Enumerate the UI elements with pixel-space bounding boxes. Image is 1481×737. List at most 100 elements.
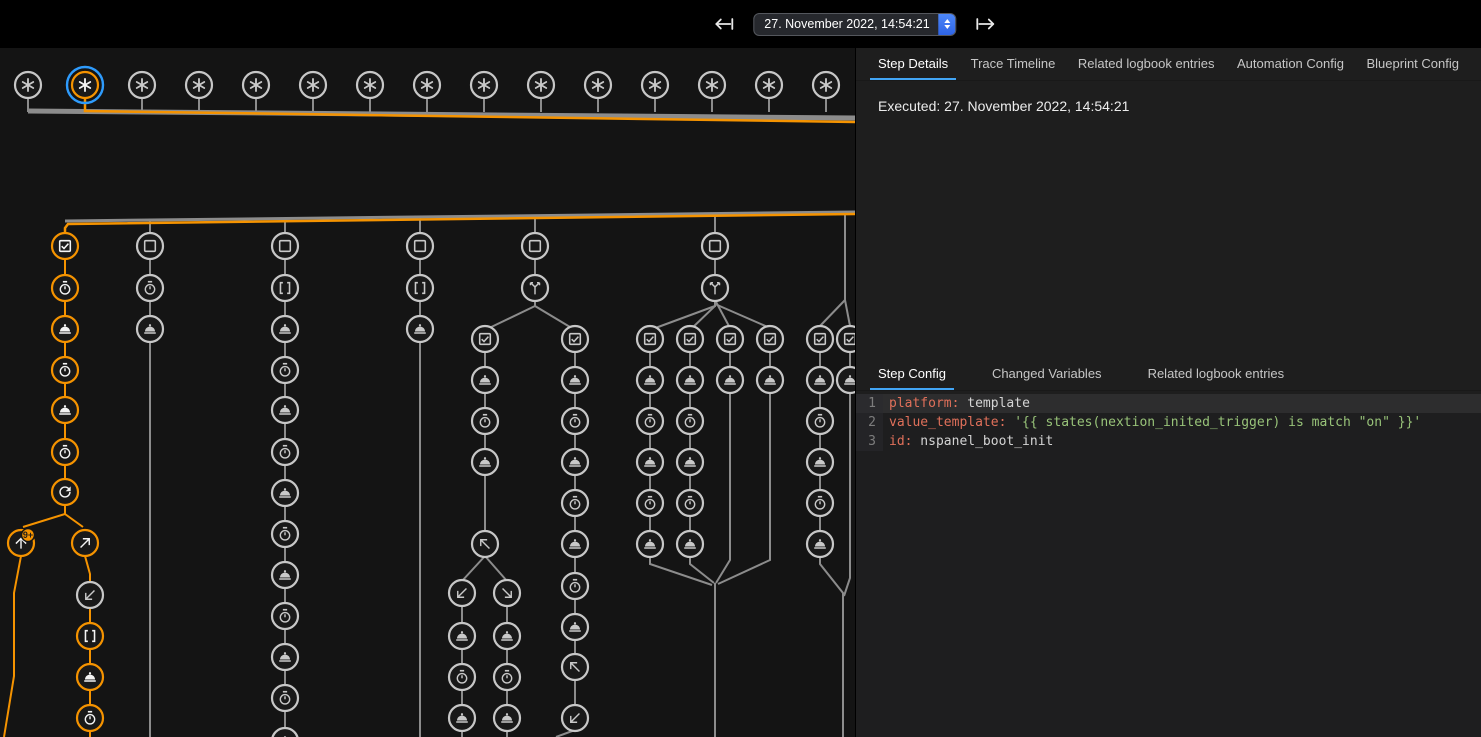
- trace-node-timer[interactable]: [637, 408, 663, 434]
- trace-node-arrow-nw[interactable]: [562, 654, 588, 680]
- trace-node-timer[interactable]: [562, 408, 588, 434]
- trace-node-bell[interactable]: [677, 449, 703, 475]
- trace-node-bell[interactable]: [562, 449, 588, 475]
- trace-node-arrow-ne[interactable]: [72, 530, 98, 556]
- trigger-node[interactable]: [813, 72, 839, 98]
- trace-node-check[interactable]: [757, 326, 783, 352]
- trace-node-bell[interactable]: [637, 449, 663, 475]
- trace-node-square[interactable]: [702, 233, 728, 259]
- trace-node-bell[interactable]: [137, 316, 163, 342]
- trace-node-brackets[interactable]: [272, 275, 298, 301]
- tab-automation-config[interactable]: Automation Config: [1229, 48, 1352, 80]
- trace-node-bell[interactable]: [757, 367, 783, 393]
- trace-node-check[interactable]: [677, 326, 703, 352]
- trace-node-bell[interactable]: [717, 367, 743, 393]
- trace-node-bell[interactable]: [272, 562, 298, 588]
- trace-node-bell[interactable]: [272, 316, 298, 342]
- trigger-node-selected[interactable]: [72, 72, 98, 98]
- trace-node-timer[interactable]: [272, 685, 298, 711]
- trace-node-bell[interactable]: [272, 728, 298, 737]
- trace-node-timer[interactable]: [562, 490, 588, 516]
- tab-blueprint-config[interactable]: Blueprint Config: [1358, 48, 1467, 80]
- trigger-node[interactable]: [471, 72, 497, 98]
- trace-node-bell[interactable]: [472, 367, 498, 393]
- run-date-stepper-icon[interactable]: [939, 14, 956, 35]
- trace-node-bell[interactable]: [807, 449, 833, 475]
- trace-node-timer[interactable]: [52, 275, 78, 301]
- trace-node-bell[interactable]: [637, 531, 663, 557]
- trace-node-square[interactable]: [272, 233, 298, 259]
- trace-node-bell[interactable]: [807, 367, 833, 393]
- trigger-node[interactable]: [585, 72, 611, 98]
- trace-node-bell[interactable]: [272, 397, 298, 423]
- trace-node-timer[interactable]: [677, 408, 703, 434]
- next-run-button[interactable]: [974, 12, 998, 36]
- previous-run-button[interactable]: [712, 12, 736, 36]
- trigger-node[interactable]: [243, 72, 269, 98]
- step-config-code-editor[interactable]: 1platform: template2value_template: '{{ …: [856, 394, 1481, 737]
- trace-node-bell[interactable]: [637, 367, 663, 393]
- trace-node-check[interactable]: [562, 326, 588, 352]
- trace-node-timer[interactable]: [272, 603, 298, 629]
- trigger-node[interactable]: [129, 72, 155, 98]
- trace-node-brackets[interactable]: [407, 275, 433, 301]
- trace-node-arrow-sw[interactable]: [562, 705, 588, 731]
- trigger-node[interactable]: [15, 72, 41, 98]
- trace-node-check[interactable]: [717, 326, 743, 352]
- trigger-node[interactable]: [756, 72, 782, 98]
- tab-related-logbook-entries[interactable]: Related logbook entries: [1140, 358, 1293, 390]
- trigger-node[interactable]: [357, 72, 383, 98]
- trace-node-split[interactable]: [522, 275, 548, 301]
- trace-node-timer[interactable]: [562, 573, 588, 599]
- trace-node-timer[interactable]: [272, 439, 298, 465]
- trace-node-arrow-se[interactable]: [494, 580, 520, 606]
- trace-node-timer[interactable]: [677, 490, 703, 516]
- trace-node-arrow-nw[interactable]: [472, 531, 498, 557]
- tab-related-logbook-entries[interactable]: Related logbook entries: [1070, 48, 1223, 80]
- trace-graph-canvas[interactable]: 9+: [0, 48, 855, 737]
- trace-node-check[interactable]: [807, 326, 833, 352]
- trace-node-check[interactable]: [472, 326, 498, 352]
- tab-changed-variables[interactable]: Changed Variables: [984, 358, 1110, 390]
- trace-node-check[interactable]: [637, 326, 663, 352]
- trace-node-timer[interactable]: [272, 357, 298, 383]
- trace-node-square[interactable]: [137, 233, 163, 259]
- trigger-node[interactable]: [186, 72, 212, 98]
- trace-node-bell[interactable]: [677, 531, 703, 557]
- tab-step-config[interactable]: Step Config: [870, 358, 954, 390]
- trace-node-split[interactable]: [702, 275, 728, 301]
- trace-node-bell[interactable]: [494, 623, 520, 649]
- trace-node-bell[interactable]: [52, 397, 78, 423]
- trace-node-bell[interactable]: [562, 531, 588, 557]
- trace-node-bell[interactable]: [807, 531, 833, 557]
- trace-node-bell[interactable]: [562, 614, 588, 640]
- trace-node-timer[interactable]: [494, 664, 520, 690]
- trace-node-timer[interactable]: [52, 357, 78, 383]
- trace-node-bell[interactable]: [494, 705, 520, 731]
- trace-node-bell[interactable]: [449, 623, 475, 649]
- trace-node-bell[interactable]: [272, 644, 298, 670]
- trace-node-timer[interactable]: [637, 490, 663, 516]
- trace-node-bell[interactable]: [677, 367, 703, 393]
- trigger-node[interactable]: [414, 72, 440, 98]
- tab-trace-timeline[interactable]: Trace Timeline: [963, 48, 1064, 80]
- trace-graph[interactable]: 9+: [0, 48, 855, 737]
- trace-node-brackets[interactable]: [77, 623, 103, 649]
- trigger-node[interactable]: [528, 72, 554, 98]
- trace-node-timer[interactable]: [807, 408, 833, 434]
- trigger-node[interactable]: [300, 72, 326, 98]
- trace-node-timer[interactable]: [137, 275, 163, 301]
- trace-node-bell[interactable]: [472, 449, 498, 475]
- trace-node-bell[interactable]: [837, 367, 855, 393]
- trace-node-timer[interactable]: [449, 664, 475, 690]
- trace-node-timer[interactable]: [77, 705, 103, 731]
- trace-node-timer[interactable]: [472, 408, 498, 434]
- trace-node-check[interactable]: [52, 233, 78, 259]
- trace-node-timer[interactable]: [272, 521, 298, 547]
- trace-node-arrow-sw[interactable]: [77, 582, 103, 608]
- trace-node-square[interactable]: [407, 233, 433, 259]
- trace-node-check[interactable]: [837, 326, 855, 352]
- trigger-node[interactable]: [642, 72, 668, 98]
- trace-node-timer[interactable]: [807, 490, 833, 516]
- trace-node-bell[interactable]: [407, 316, 433, 342]
